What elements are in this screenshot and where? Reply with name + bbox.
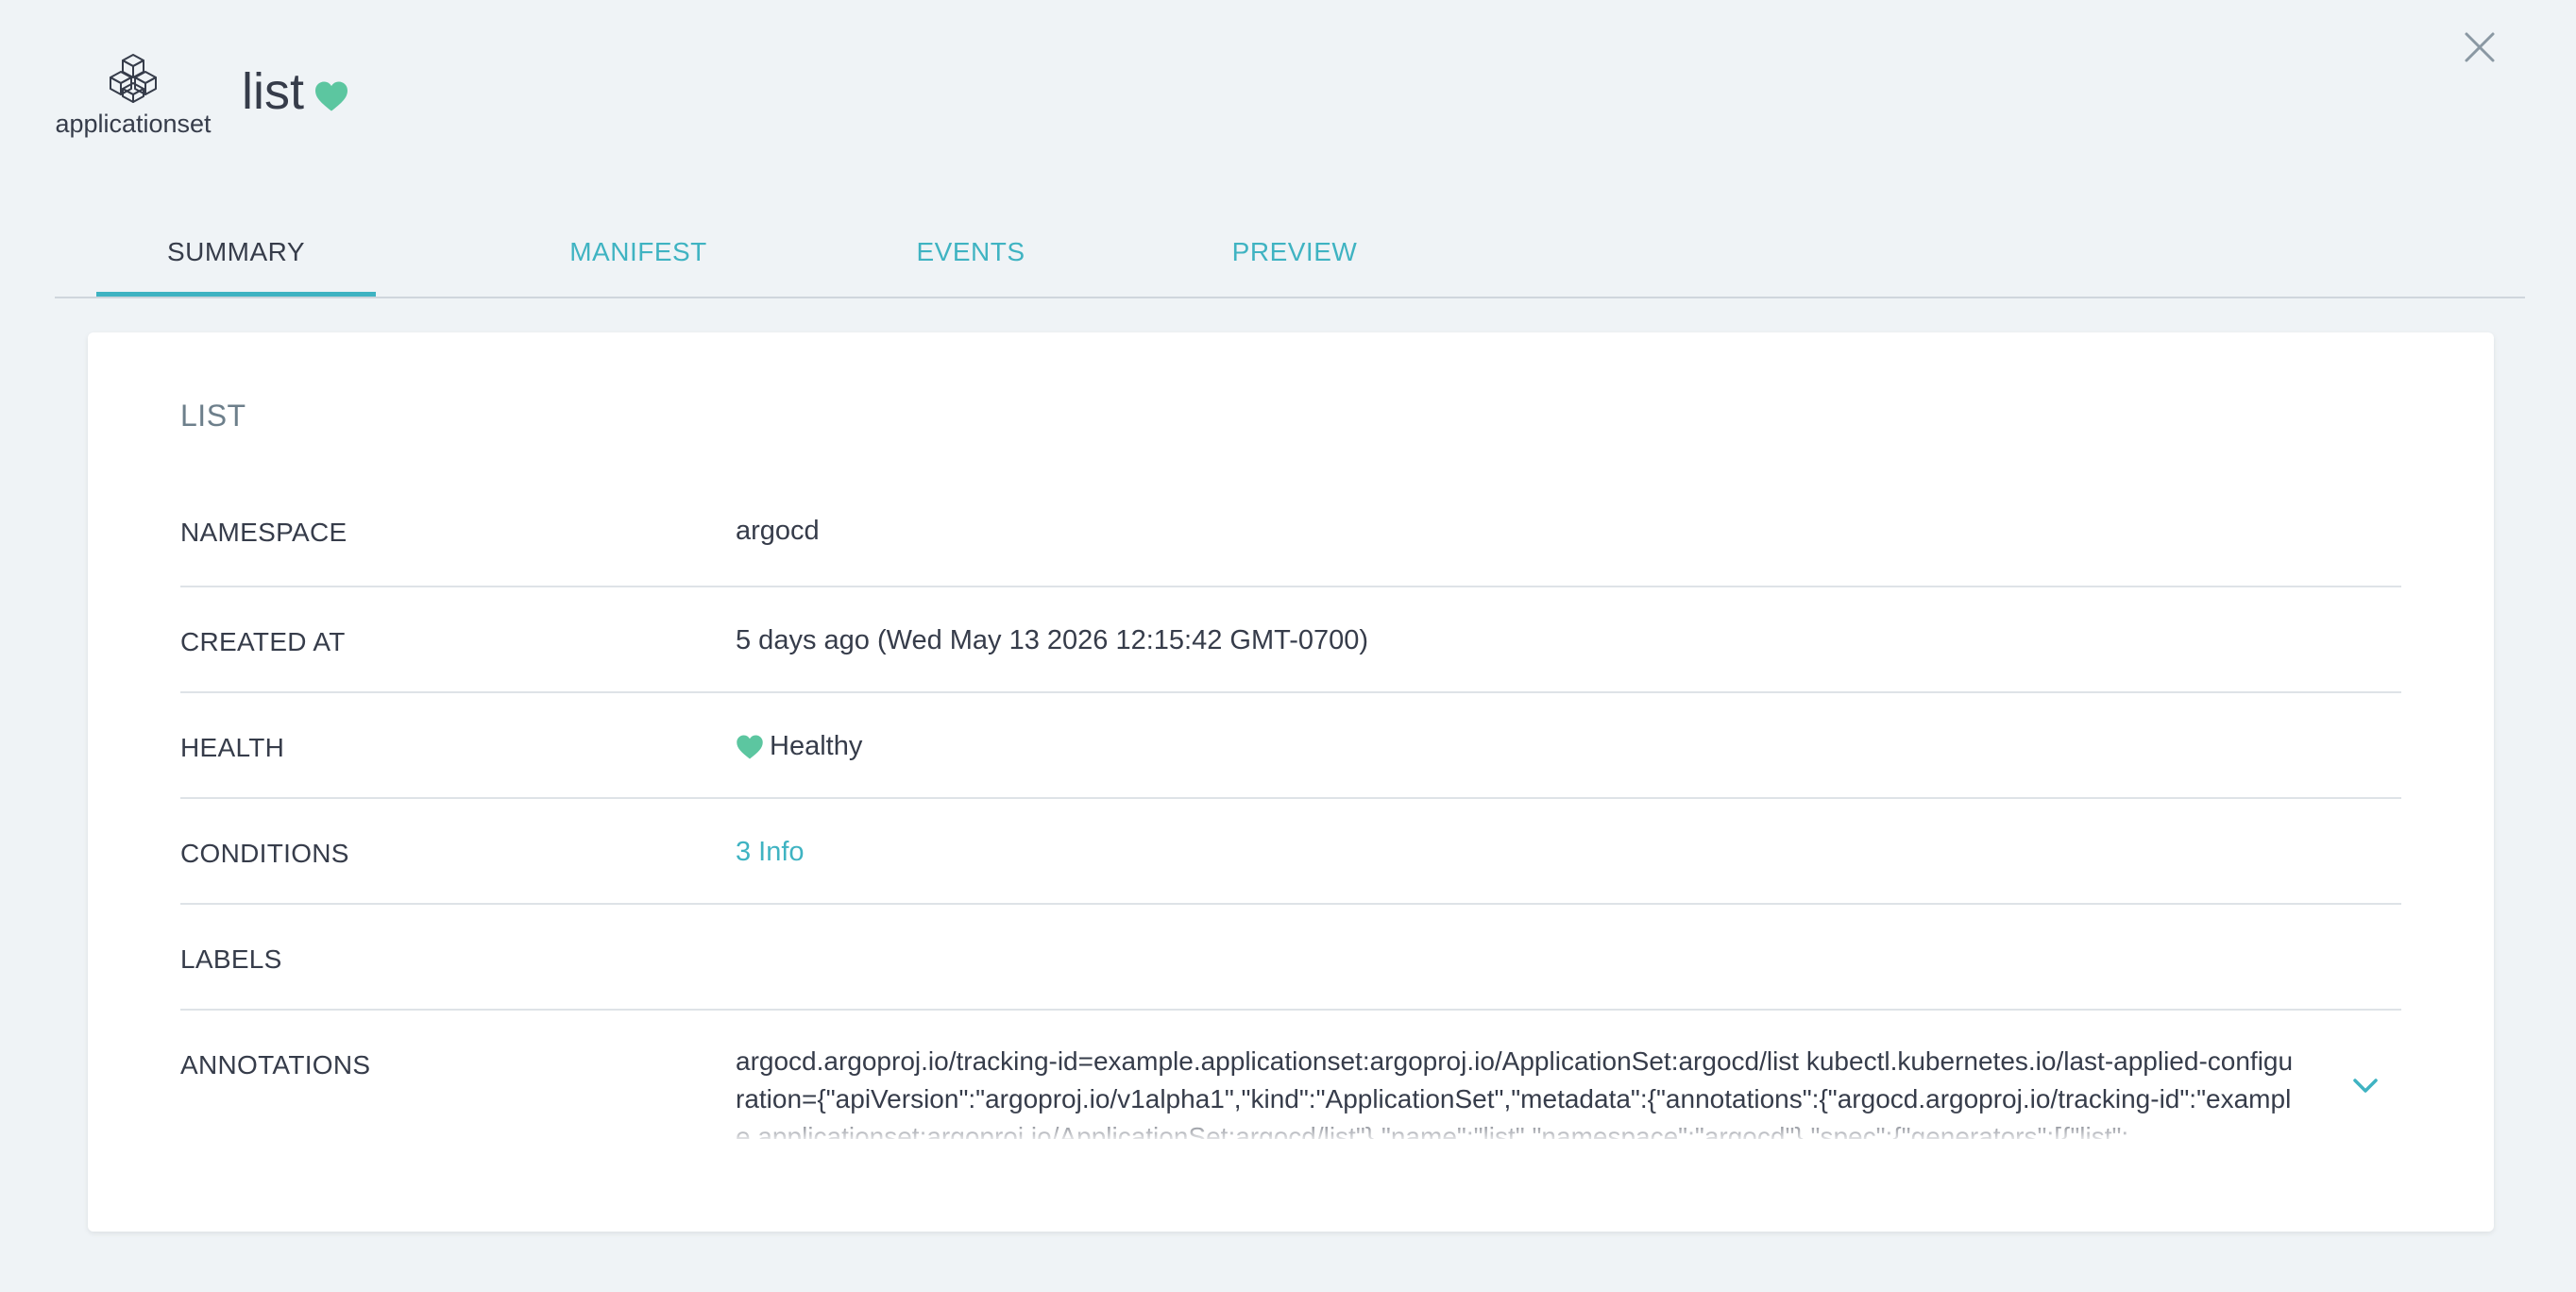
summary-title: LIST [180,399,246,433]
row-created-at: CREATED AT 5 days ago (Wed May 13 2026 1… [180,587,2401,693]
tab-bar: SUMMARY MANIFEST EVENTS PREVIEW [55,212,2525,298]
applicationset-cubes-icon [110,54,157,103]
namespace-label: NAMESPACE [180,518,347,547]
namespace-value: argocd [736,516,820,546]
annotations-label: ANNOTATIONS [180,1050,371,1080]
summary-rows: NAMESPACE argocd CREATED AT 5 days ago (… [180,482,2401,1162]
row-conditions: CONDITIONS 3 Info [180,799,2401,905]
row-namespace: NAMESPACE argocd [180,482,2401,587]
tab-events[interactable]: EVENTS [810,212,1131,297]
health-value-group: Healthy [736,731,862,762]
resource-title-group: list [242,66,349,117]
row-annotations: ANNOTATIONS argocd.argoproj.io/tracking-… [180,1011,2401,1162]
summary-card: LIST NAMESPACE argocd CREATED AT 5 days … [88,332,2494,1232]
row-health: HEALTH Healthy [180,693,2401,799]
heart-icon [315,81,347,111]
created-at-value: 5 days ago (Wed May 13 2026 12:15:42 GMT… [736,625,1369,655]
annotations-value: argocd.argoproj.io/tracking-id=example.a… [736,1046,2294,1139]
resource-kind-label: applicationset [55,110,212,138]
close-icon[interactable] [2461,28,2499,66]
tab-summary[interactable]: SUMMARY [96,212,376,297]
health-label: HEALTH [180,733,285,762]
health-status-text: Healthy [770,731,863,761]
conditions-link[interactable]: 3 Info [736,837,805,868]
resource-kind: applicationset [53,53,213,139]
resource-title: list [242,63,304,120]
labels-label: LABELS [180,944,282,974]
panel-header: applicationset list [0,0,2576,189]
row-labels: LABELS [180,905,2401,1011]
tab-manifest[interactable]: MANIFEST [446,212,831,297]
tab-preview[interactable]: PREVIEW [1129,212,1460,297]
created-at-label: CREATED AT [180,627,346,656]
chevron-down-icon[interactable] [2348,1069,2382,1103]
heart-icon [737,735,763,758]
conditions-label: CONDITIONS [180,839,349,868]
